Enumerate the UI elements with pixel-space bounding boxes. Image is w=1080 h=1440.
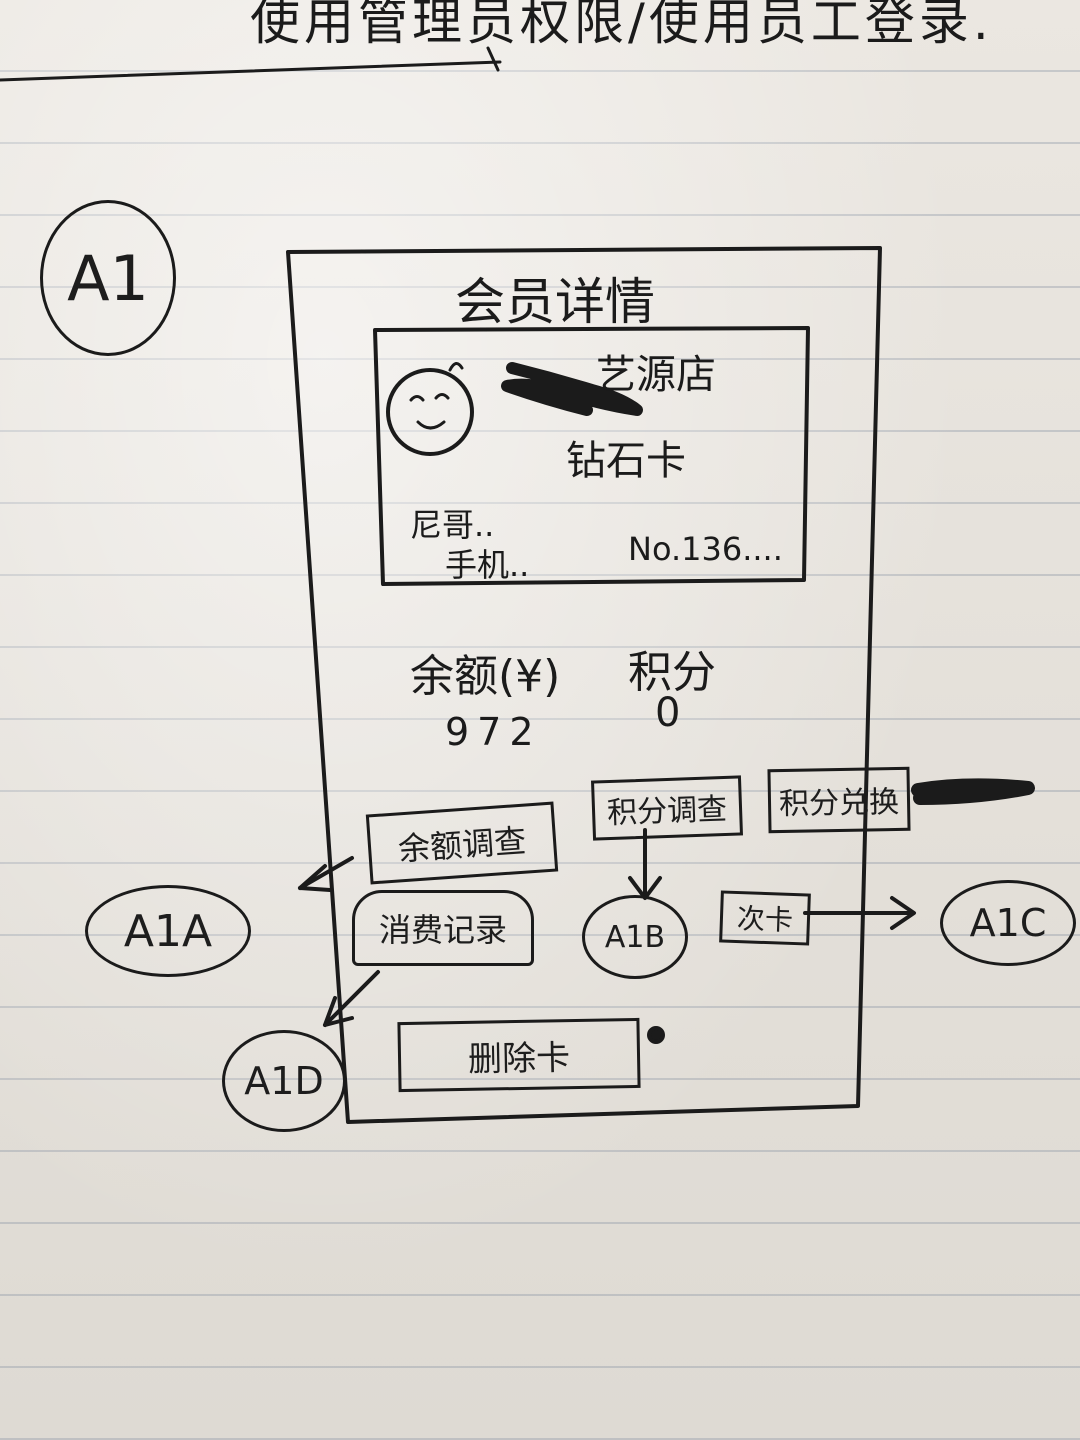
consume-record-button[interactable]: 消费记录 [352, 890, 534, 966]
link-a1c[interactable]: A1C [940, 880, 1076, 966]
profile-level: 钻石卡 [566, 438, 686, 484]
link-a1b-label: A1B [604, 919, 666, 955]
consume-record-label: 消费记录 [378, 911, 507, 949]
times-card-label: 次卡 [736, 902, 794, 937]
points-value: 0 [655, 690, 681, 736]
profile-phone: 手机.. [445, 546, 530, 584]
screen-title: 会员详情 [455, 273, 655, 331]
points-exchange-label: 积分兑换 [778, 784, 900, 823]
balance-query-label: 余额调查 [396, 821, 528, 869]
redacted-scribble-2 [911, 778, 1035, 805]
link-a1a-label: A1A [123, 905, 213, 957]
times-card-button[interactable]: 次卡 [719, 890, 811, 946]
balance-value: 972 [445, 710, 542, 754]
delete-card-button[interactable]: 删除卡 [397, 1017, 641, 1093]
points-query-button[interactable]: 积分调查 [590, 775, 744, 841]
link-a1d[interactable]: A1D [222, 1030, 346, 1132]
points-query-label: 积分调查 [606, 791, 728, 832]
link-a1c-label: A1C [969, 901, 1047, 945]
link-a1b[interactable]: A1B [582, 895, 688, 979]
link-a1d-label: A1D [244, 1059, 324, 1103]
balance-query-button[interactable]: 余额调查 [365, 801, 559, 885]
balance-label: 余额(¥) [410, 651, 561, 702]
delete-card-label: 删除卡 [467, 1037, 571, 1080]
link-a1a[interactable]: A1A [85, 885, 251, 977]
points-exchange-button[interactable]: 积分兑换 [767, 766, 911, 834]
profile-card-no: No.136.... [628, 530, 783, 568]
top-note-underline [0, 60, 502, 82]
profile-store: 艺源店 [596, 352, 716, 398]
avatar-face [386, 368, 474, 456]
